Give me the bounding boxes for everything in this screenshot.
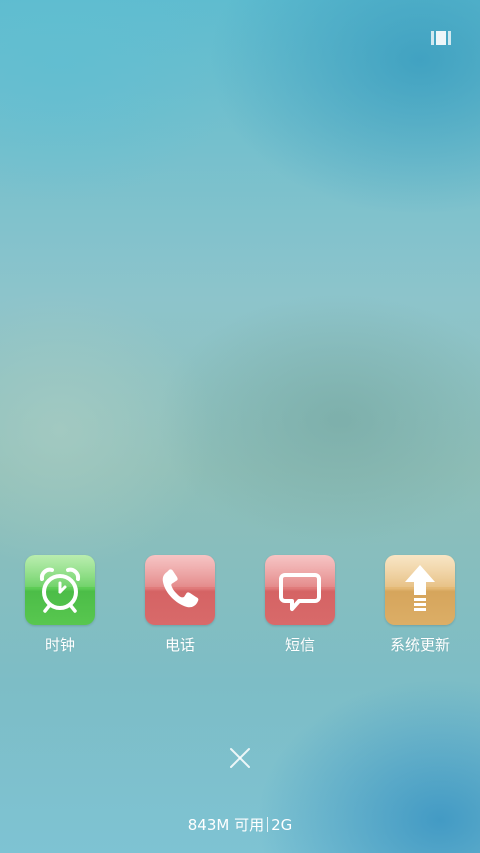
memory-total: 2G <box>271 816 293 834</box>
messages-app-tile[interactable] <box>265 555 335 625</box>
recent-app-messages[interactable]: 短信 <box>245 555 355 654</box>
recent-app-system-update[interactable]: 系统更新 <box>365 555 475 654</box>
app-label-phone: 电话 <box>164 636 195 654</box>
recent-apps-menu-icon[interactable] <box>431 30 451 46</box>
upload-arrow-icon <box>405 565 435 611</box>
app-label-system-update: 系统更新 <box>389 636 450 654</box>
clock-app-tile[interactable] <box>25 555 95 625</box>
recent-apps-row: 时钟 电话 短信 系统更新 <box>0 555 480 665</box>
phone-app-tile[interactable] <box>145 555 215 625</box>
system-update-app-tile[interactable] <box>385 555 455 625</box>
app-label-clock: 时钟 <box>44 636 75 654</box>
recent-app-clock[interactable]: 时钟 <box>5 555 115 654</box>
close-icon[interactable] <box>226 744 254 772</box>
phone-icon <box>162 569 199 608</box>
memory-separator <box>267 817 269 832</box>
recent-app-phone[interactable]: 电话 <box>125 555 235 654</box>
memory-status: 843M 可用 2G <box>0 815 480 835</box>
message-icon <box>279 573 321 611</box>
alarm-clock-icon <box>39 567 81 613</box>
app-label-messages: 短信 <box>284 636 315 654</box>
memory-available: 843M 可用 <box>187 816 265 834</box>
